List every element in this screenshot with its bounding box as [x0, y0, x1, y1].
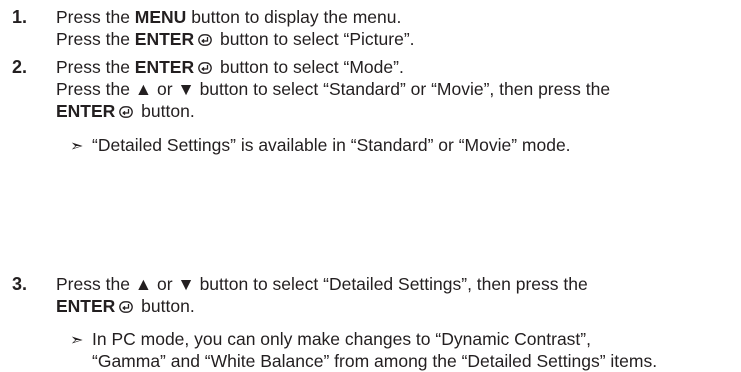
enter-button-label: ENTER [134, 57, 195, 77]
step-number: 2. [12, 57, 28, 77]
enter-icon [198, 34, 212, 46]
step-2-line-3: ENTER button. [56, 101, 195, 121]
step-1-line-1: Press the MENU button to display the men… [56, 7, 402, 27]
note-arrow-icon: ➣ [70, 332, 84, 349]
step-1-line-2: Press the ENTER button to select “Pictur… [56, 29, 415, 49]
note-arrow-icon: ➣ [70, 138, 84, 155]
step-3-line-2: ENTER button. [56, 296, 195, 316]
step-2-note: ➣ “Detailed Settings” is available in “St… [70, 134, 571, 158]
enter-button-label: ENTER [134, 29, 195, 49]
step-number: 1. [12, 7, 28, 27]
menu-button-label: MENU [134, 7, 187, 27]
enter-icon [119, 106, 134, 118]
enter-icon [198, 62, 212, 74]
step-2-line-1: Press the ENTER button to select “Mode”. [56, 57, 404, 77]
step-3-note: ➣ In PC mode, you can only make changes t… [70, 328, 591, 352]
step-3-note-continued: “Gamma” and “White Balance” from among t… [92, 351, 658, 371]
enter-icon [119, 301, 134, 313]
enter-button-label: ENTER [56, 101, 116, 121]
step-2-line-2: Press the ▲ or ▼ button to select “Stand… [56, 79, 611, 99]
enter-button-label: ENTER [56, 296, 116, 316]
step-3-line-1: Press the ▲ or ▼ button to select “Detai… [56, 274, 588, 294]
step-number: 3. [12, 274, 28, 294]
